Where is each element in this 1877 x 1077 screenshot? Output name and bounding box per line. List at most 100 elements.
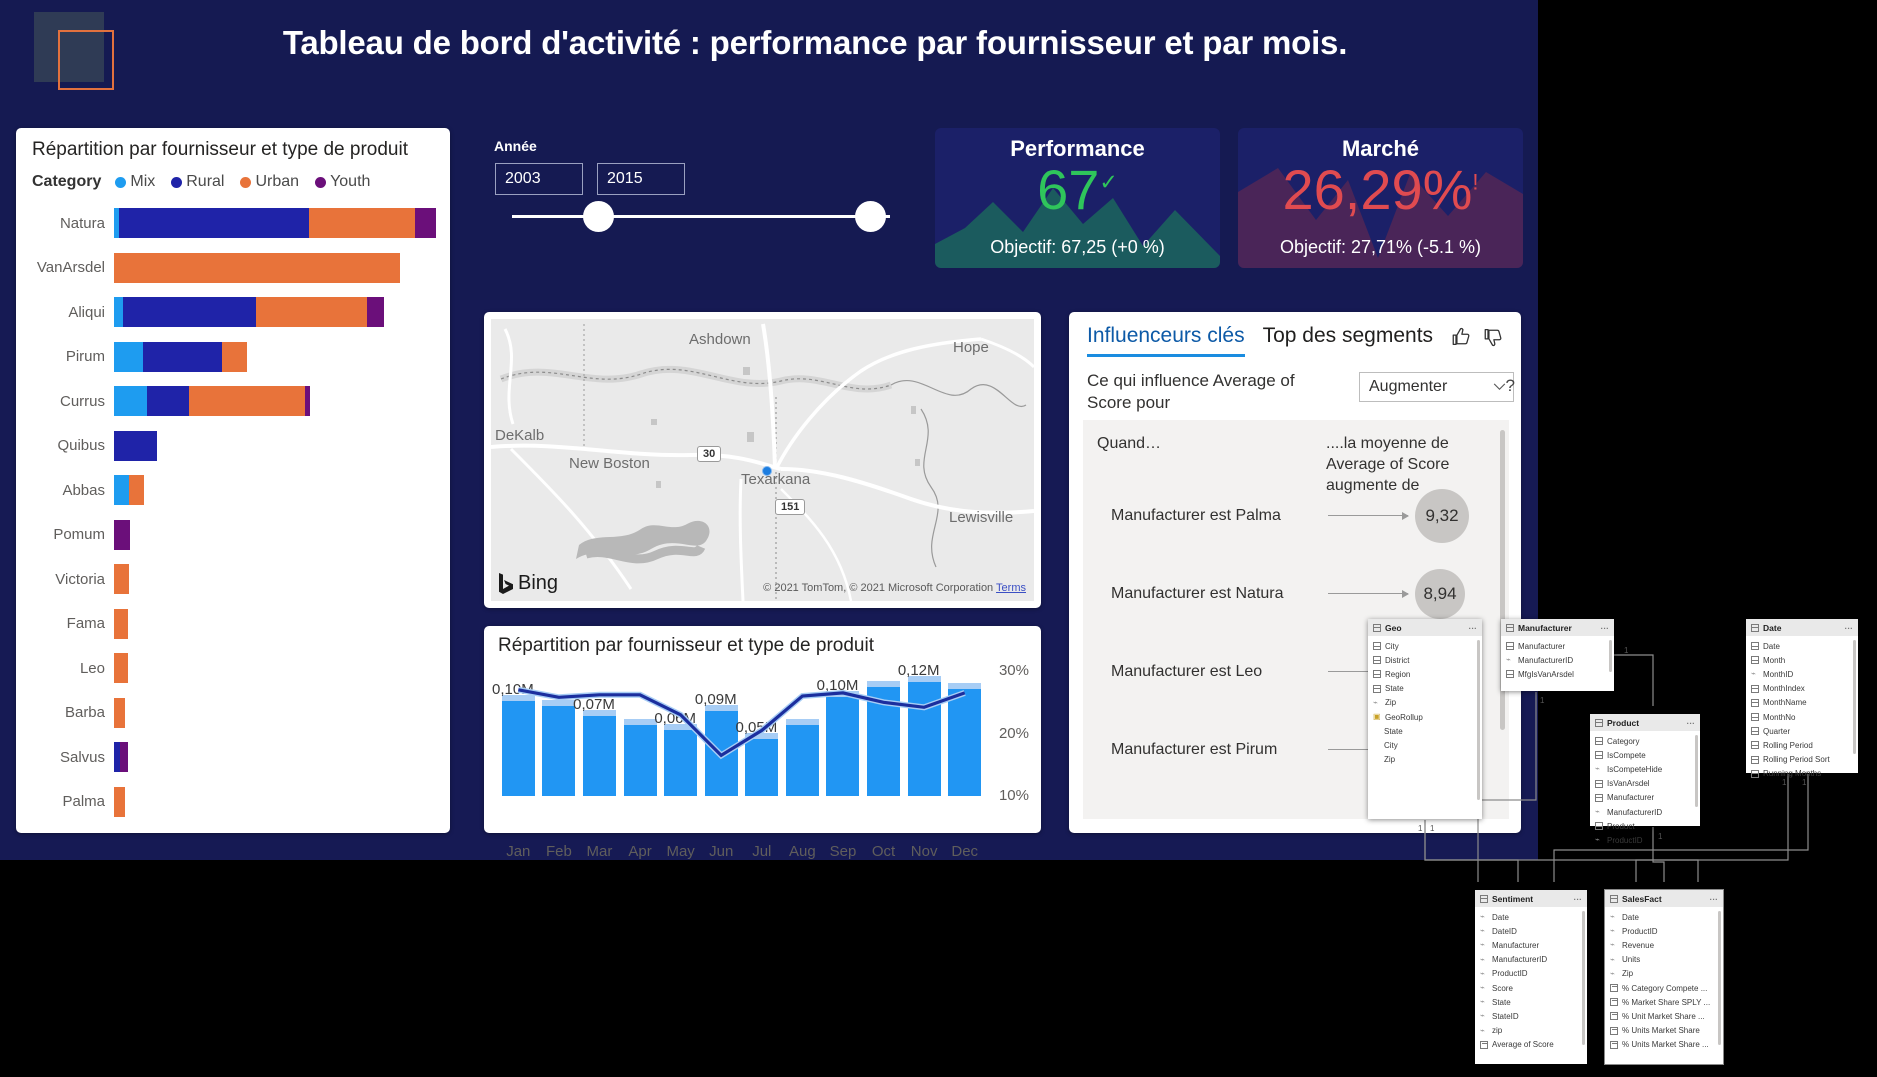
map-data-point-pin[interactable] <box>762 466 772 476</box>
model-field[interactable]: District <box>1368 653 1482 667</box>
model-field[interactable]: ⌁ ProductID <box>1590 833 1700 847</box>
model-field[interactable]: ⌁ ManufacturerID <box>1590 805 1700 819</box>
model-table-scrollbar[interactable] <box>1582 911 1585 1045</box>
bar-segment-urban[interactable] <box>189 386 306 416</box>
model-field[interactable]: Date <box>1746 639 1858 653</box>
ki-value-bubble[interactable]: 9,32 <box>1415 489 1469 543</box>
model-field[interactable]: ⌁ Revenue <box>1605 938 1723 952</box>
legend-item-rural[interactable]: Rural <box>171 173 224 191</box>
model-field[interactable]: Average of Score <box>1475 1038 1587 1052</box>
thumbs-up-icon[interactable] <box>1450 326 1473 348</box>
bar-segment-youth[interactable] <box>120 742 128 772</box>
model-field[interactable]: ⌁ Zip <box>1368 696 1482 710</box>
model-table-scrollbar[interactable] <box>1609 640 1612 672</box>
bar-segment-mix[interactable] <box>114 386 147 416</box>
model-field[interactable]: % Category Compete ... <box>1605 981 1723 995</box>
bar-row[interactable]: Barba <box>16 696 450 730</box>
year-slider-handle-right[interactable] <box>855 201 886 232</box>
model-field[interactable]: ⌁ ProductID <box>1605 924 1723 938</box>
model-table-date[interactable]: Date ··· Date Month ⌁ MonthID MonthIndex MonthN… <box>1746 619 1858 778</box>
bar-row[interactable]: Natura <box>16 206 450 240</box>
bar-segment-urban[interactable] <box>114 786 126 817</box>
bar-segment-urban[interactable] <box>114 564 130 594</box>
bar-segment-urban[interactable] <box>114 252 400 283</box>
model-field[interactable]: MonthNo <box>1746 710 1858 724</box>
bar-row[interactable]: VanArsdel <box>16 251 450 285</box>
bar-segment-rural[interactable] <box>114 430 157 461</box>
kpi-card-performance[interactable]: Performance 67✓ Objectif: 67,25 (+0 %) <box>935 128 1220 268</box>
model-table-product[interactable]: Product ··· Category IsCompete ⌁ IsCompeteHid… <box>1590 714 1700 845</box>
bar-segment-urban[interactable] <box>308 208 415 238</box>
model-table-salesfact[interactable]: SalesFact ··· ⌁ Date ⌁ ProductID ⌁ Revenue ⌁ Unit… <box>1604 889 1724 1065</box>
model-table-scrollbar[interactable] <box>1477 640 1480 800</box>
bar-row[interactable]: Pirum <box>16 340 450 374</box>
model-field[interactable]: % Units Market Share ... <box>1605 1038 1723 1052</box>
model-field[interactable]: Quarter <box>1746 724 1858 738</box>
bar-segment-urban[interactable] <box>222 341 248 372</box>
tab-influenceurs-cles[interactable]: Influenceurs clés <box>1087 324 1245 357</box>
help-icon[interactable]: ? <box>1506 376 1515 396</box>
model-table-header[interactable]: Manufacturer ··· <box>1501 619 1614 636</box>
bar-segment-mix[interactable] <box>114 297 123 327</box>
more-options-icon[interactable]: ··· <box>1710 894 1719 904</box>
model-table-scrollbar[interactable] <box>1853 640 1856 754</box>
kpi-card-market[interactable]: Marché 26,29%! Objectif: 27,71% (-5.1 %) <box>1238 128 1523 268</box>
model-field[interactable]: ⌁ zip <box>1475 1024 1587 1038</box>
model-field[interactable]: Category <box>1590 734 1700 748</box>
bar-row[interactable]: Salvus <box>16 740 450 774</box>
model-field[interactable]: ⌁ State <box>1475 995 1587 1009</box>
model-field[interactable]: ⌁ Zip <box>1605 967 1723 981</box>
model-field[interactable]: Product <box>1590 819 1700 833</box>
bar-segment-youth[interactable] <box>414 208 436 238</box>
model-field[interactable]: State <box>1368 682 1482 696</box>
legend-item-urban[interactable]: Urban <box>240 173 299 191</box>
legend-item-mix[interactable]: Mix <box>115 173 155 191</box>
model-field[interactable]: Manufacturer <box>1590 791 1700 805</box>
bar-segment-urban[interactable] <box>114 697 126 728</box>
more-options-icon[interactable]: ··· <box>1469 623 1478 633</box>
model-field[interactable]: Rolling Period Sort <box>1746 753 1858 767</box>
model-table-header[interactable]: Date ··· <box>1746 619 1858 636</box>
model-field[interactable]: ⌁ Score <box>1475 981 1587 995</box>
model-field[interactable]: ⌁ Date <box>1605 910 1723 924</box>
map-terms-link[interactable]: Terms <box>996 582 1026 594</box>
model-field[interactable]: City <box>1368 639 1482 653</box>
model-field[interactable]: ⌁ DateID <box>1475 924 1587 938</box>
bar-row[interactable]: Abbas <box>16 473 450 507</box>
more-options-icon[interactable]: ··· <box>1845 623 1854 633</box>
model-field[interactable]: Month <box>1746 653 1858 667</box>
ki-row[interactable]: Manufacturer est Palma 9,32 <box>1083 480 1509 558</box>
model-field[interactable]: ⌁ IsCompeteHide <box>1590 762 1700 776</box>
tab-top-des-segments[interactable]: Top des segments <box>1263 324 1433 354</box>
model-field[interactable]: % Units Market Share <box>1605 1024 1723 1038</box>
bar-row[interactable]: Pomum <box>16 518 450 552</box>
model-table-header[interactable]: Product ··· <box>1590 714 1700 731</box>
model-table-geo[interactable]: Geo ··· City District Region State ⌁ Zip ▣ GeoRol… <box>1368 619 1482 819</box>
bar-segment-mix[interactable] <box>114 475 130 505</box>
bar-segment-rural[interactable] <box>146 386 190 416</box>
model-table-sentiment[interactable]: Sentiment ··· ⌁ Date ⌁ DateID ⌁ Manufacturer ⌁ Ma… <box>1475 890 1587 1064</box>
model-field[interactable]: % Market Share SPLY ... <box>1605 995 1723 1009</box>
model-field[interactable]: ⌁ ManufacturerID <box>1501 653 1614 667</box>
influence-direction-select[interactable]: Augmenter <box>1359 372 1514 402</box>
model-table-manufacturer[interactable]: Manufacturer ··· Manufacturer ⌁ Manufacturer… <box>1501 619 1614 691</box>
bar-row[interactable]: Victoria <box>16 562 450 596</box>
model-field[interactable]: % Unit Market Share ... <box>1605 1009 1723 1023</box>
bar-segment-youth[interactable] <box>366 297 385 327</box>
model-field[interactable]: Manufacturer <box>1501 639 1614 653</box>
model-field[interactable]: ⌁ Units <box>1605 953 1723 967</box>
model-table-header[interactable]: Geo ··· <box>1368 619 1482 636</box>
model-field[interactable]: Region <box>1368 667 1482 681</box>
map-surface[interactable]: Ashdown Hope DeKalb New Boston Texarkana… <box>491 319 1034 601</box>
more-options-icon[interactable]: ··· <box>1574 894 1583 904</box>
bar-row[interactable]: Aliqui <box>16 295 450 329</box>
bar-segment-mix[interactable] <box>114 341 143 372</box>
model-field[interactable]: ⌁ MonthID <box>1746 667 1858 681</box>
model-field[interactable]: Rolling Period <box>1746 738 1858 752</box>
bar-segment-urban[interactable] <box>114 653 128 683</box>
model-field[interactable]: ⌁ Date <box>1475 910 1587 924</box>
model-table-header[interactable]: Sentiment ··· <box>1475 890 1587 907</box>
bar-row[interactable]: Leo <box>16 651 450 685</box>
bar-row[interactable]: Palma <box>16 785 450 819</box>
year-to-input[interactable]: 2015 <box>597 163 685 195</box>
